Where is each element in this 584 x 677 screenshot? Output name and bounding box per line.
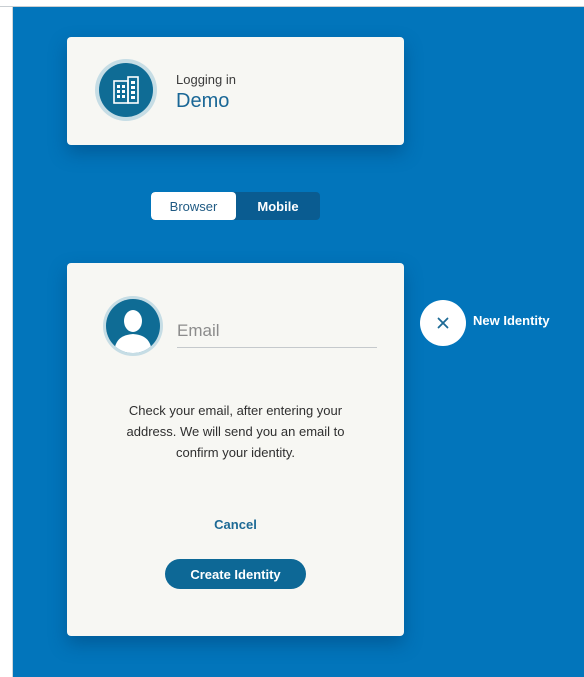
- org-name: Demo: [176, 90, 230, 112]
- close-icon: [437, 317, 449, 329]
- user-avatar: [103, 296, 163, 356]
- email-input[interactable]: [177, 315, 377, 348]
- close-new-identity-button[interactable]: [420, 300, 466, 346]
- login-card: Logging in Demo: [67, 37, 404, 145]
- logging-in-label: Logging in: [176, 72, 236, 87]
- identity-card: Check your email, after entering your ad…: [67, 263, 404, 636]
- create-identity-button[interactable]: Create Identity: [165, 559, 306, 589]
- instructions-text: Check your email, after entering your ad…: [126, 403, 345, 460]
- window-top-edge: [0, 0, 584, 7]
- mode-toggle: Browser Mobile: [151, 192, 320, 220]
- tab-browser[interactable]: Browser: [151, 192, 236, 220]
- user-silhouette-icon: [114, 310, 152, 353]
- org-avatar: [95, 59, 157, 121]
- building-icon: [113, 76, 139, 104]
- tab-mobile[interactable]: Mobile: [236, 192, 320, 220]
- cancel-link[interactable]: Cancel: [67, 517, 404, 532]
- new-identity-label: New Identity: [473, 313, 550, 328]
